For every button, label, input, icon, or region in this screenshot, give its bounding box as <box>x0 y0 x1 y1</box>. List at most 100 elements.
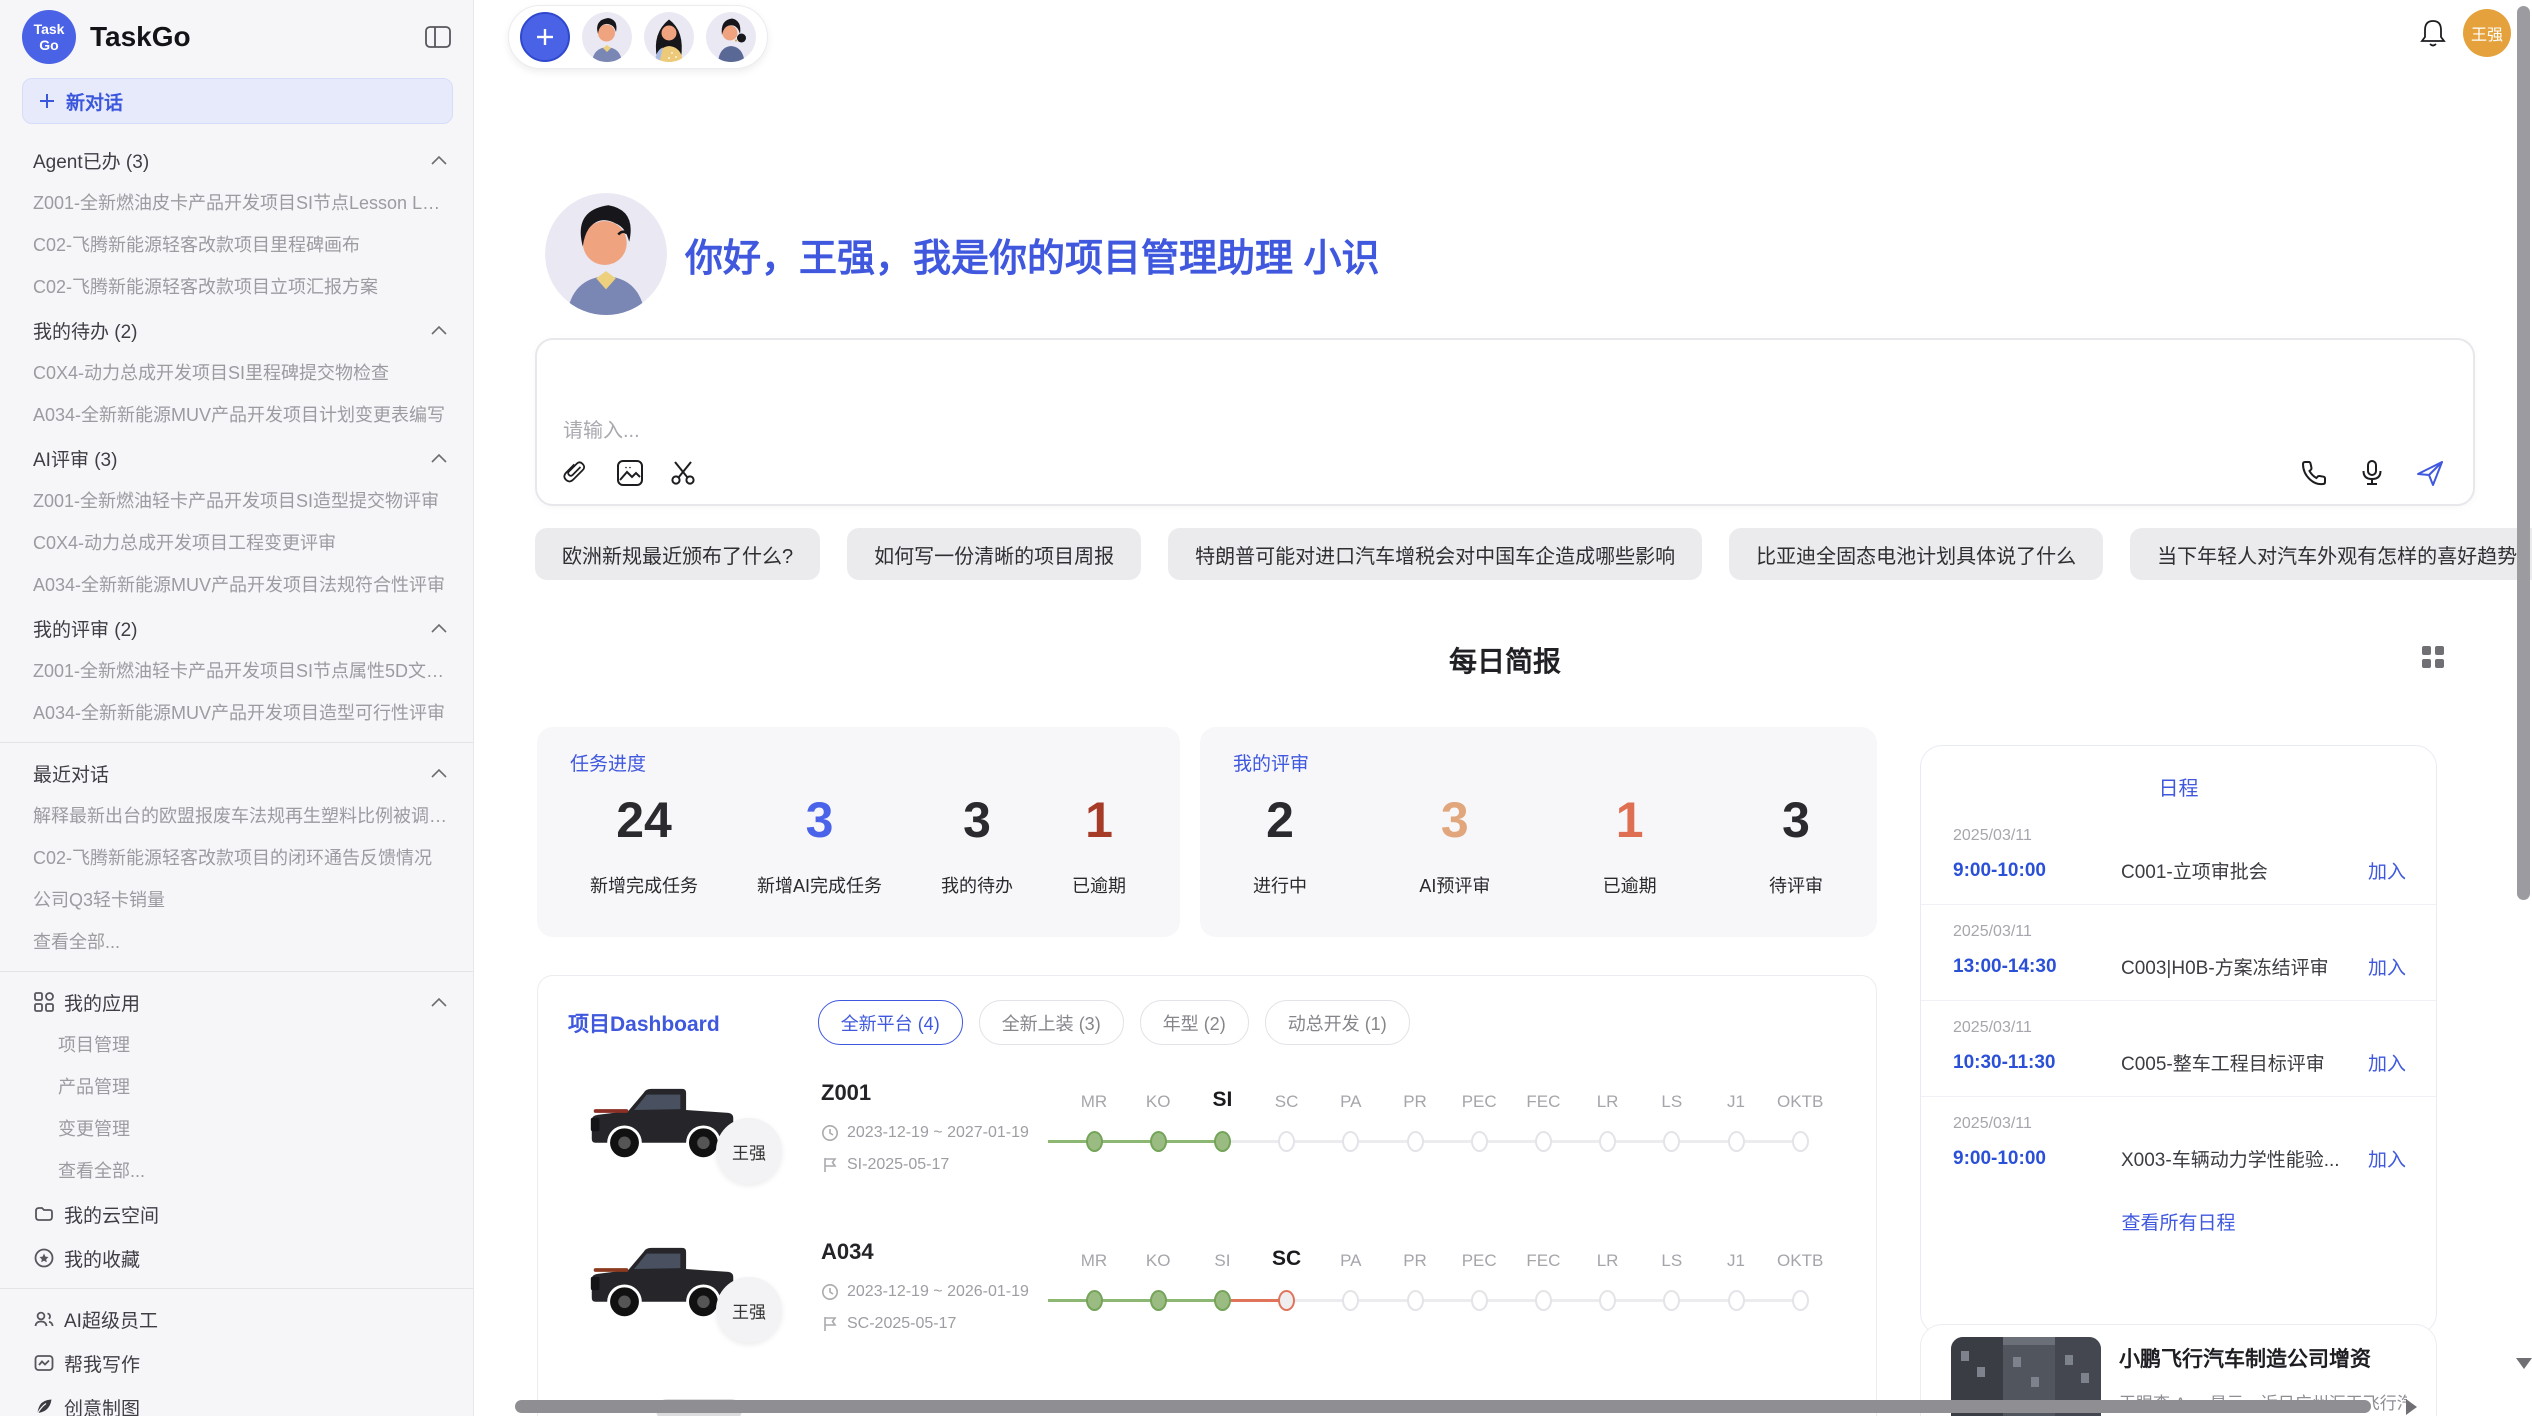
sidebar-item-ai-staff[interactable]: AI超级员工 <box>0 1297 473 1341</box>
sidebar-item[interactable]: C0X4-动力总成开发项目工程变更评审 <box>0 522 473 564</box>
new-chat-button[interactable]: 新对话 <box>22 78 453 124</box>
schedule-event-join-link[interactable]: 加入 <box>2368 953 2406 980</box>
schedule-event: 2025/03/11 13:00-14:30 C003|H0B-方案冻结评审 加… <box>1921 905 2436 1001</box>
microphone-icon[interactable] <box>2357 458 2387 488</box>
milestone-connector <box>1543 1299 1607 1302</box>
sidebar-item[interactable]: Z001-全新燃油轻卡产品开发项目SI造型提交物评审 <box>0 480 473 522</box>
assistant-avatar-icon[interactable] <box>706 12 756 62</box>
project-row[interactable]: 王强 A034 2023-12-19 ~ 2026-01-19 SC-2025-… <box>538 1219 1876 1364</box>
milestone-label-j1: J1 <box>1703 1092 1769 1112</box>
sidebar-group-header[interactable]: Agent已办 (3) <box>0 138 473 182</box>
sidebar-item[interactable]: 公司Q3轻卡销量 <box>0 879 473 921</box>
chat-composer[interactable]: 请输入... <box>535 338 2475 506</box>
new-session-button[interactable] <box>520 12 570 62</box>
dashboard-filter-chip[interactable]: 年型 (2) <box>1140 1000 1249 1045</box>
layout-grid-icon[interactable] <box>2420 644 2446 670</box>
sidebar-group-header[interactable]: 最近对话 <box>0 751 473 795</box>
assistant-avatar-icon[interactable] <box>582 12 632 62</box>
milestone-connector <box>1608 1140 1672 1143</box>
suggestion-chip[interactable]: 比亚迪全固态电池计划具体说了什么 <box>1729 528 2103 580</box>
user-avatar[interactable]: 王强 <box>2463 9 2511 57</box>
dashboard-filter-chip[interactable]: 全新平台 (4) <box>818 1000 963 1045</box>
horizontal-scrollbar[interactable] <box>515 1400 2371 1413</box>
sidebar-item[interactable]: C02-飞腾新能源轻客改款项目的闭环通告反馈情况 <box>0 837 473 879</box>
milestone-label-fec: FEC <box>1510 1251 1576 1271</box>
sidebar-item[interactable]: C02-飞腾新能源轻客改款项目立项汇报方案 <box>0 266 473 308</box>
milestone-label-pec: PEC <box>1446 1092 1512 1112</box>
sidebar: Task Go TaskGo 新对话 Agent已办 (3) Z001-全新燃 <box>0 0 474 1416</box>
sidebar-item-help-write[interactable]: 帮我写作 <box>0 1341 473 1385</box>
stat-label: 新增完成任务 <box>590 872 698 898</box>
view-all-schedule-link[interactable]: 查看所有日程 <box>1921 1208 2436 1235</box>
plus-icon <box>534 26 556 48</box>
favorites-label: 我的收藏 <box>64 1245 140 1272</box>
image-icon[interactable] <box>615 458 645 488</box>
schedule-event-join-link[interactable]: 加入 <box>2368 1049 2406 1076</box>
task-progress-card: 任务进度 24 新增完成任务 3 新增AI完成任务 3 我的待办 1 已逾期 <box>537 727 1180 937</box>
project-row[interactable]: 王强 Z001 2023-12-19 ~ 2027-01-19 SI-2025-… <box>538 1060 1876 1205</box>
milestone-dot-fec <box>1535 1131 1552 1152</box>
phone-call-icon[interactable] <box>2299 458 2329 488</box>
sidebar-collapse-button[interactable] <box>423 22 453 52</box>
sidebar-group-header[interactable]: AI评审 (3) <box>0 436 473 480</box>
sidebar-item[interactable]: 查看全部... <box>0 921 473 963</box>
chevron-up-icon <box>431 325 447 335</box>
my-apps-subitem[interactable]: 查看全部... <box>0 1150 473 1192</box>
suggestion-chip[interactable]: 欧洲新规最近颁布了什么? <box>535 528 820 580</box>
sidebar-item[interactable]: A034-全新新能源MUV产品开发项目计划变更表编写 <box>0 394 473 436</box>
stat-label: 新增AI完成任务 <box>757 872 882 898</box>
schedule-event-join-link[interactable]: 加入 <box>2368 857 2406 884</box>
send-icon[interactable] <box>2415 458 2445 488</box>
sidebar-item-my-apps[interactable]: 我的应用 <box>0 980 473 1024</box>
schedule-event-title: C001-立项审批会 <box>2121 857 2368 884</box>
my-apps-label: 我的应用 <box>64 989 140 1016</box>
suggestion-chip[interactable]: 特朗普可能对进口汽车增税会对中国车企造成哪些影响 <box>1168 528 1702 580</box>
sidebar-item[interactable]: 解释最新出台的欧盟报废车法规再生塑料比例被调至15%... <box>0 795 473 837</box>
stat-value: 1 <box>1603 792 1657 848</box>
sidebar-item[interactable]: Z001-全新燃油轻卡产品开发项目SI节点属性5D文件评审 <box>0 650 473 692</box>
sidebar-item[interactable]: C02-飞腾新能源轻客改款项目里程碑画布 <box>0 224 473 266</box>
milestone-label-si: SI <box>1189 1251 1255 1271</box>
divider <box>0 742 473 743</box>
schedule-event: 2025/03/11 9:00-10:00 X003-车辆动力学性能验... 加… <box>1921 1097 2436 1192</box>
my-apps-subitem[interactable]: 项目管理 <box>0 1024 473 1066</box>
stat-label: AI预评审 <box>1419 872 1490 898</box>
milestone-dot-si <box>1214 1131 1231 1152</box>
sidebar-group-header[interactable]: 我的待办 (2) <box>0 308 473 352</box>
stat: 24 新增完成任务 <box>590 792 698 898</box>
dashboard-filter-chip[interactable]: 动总开发 (1) <box>1265 1000 1410 1045</box>
sidebar-item-cloud-space[interactable]: 我的云空间 <box>0 1192 473 1236</box>
sidebar-item-favorites[interactable]: 我的收藏 <box>0 1236 473 1280</box>
milestone-label-sc: SC <box>1254 1247 1320 1271</box>
suggestion-chip[interactable]: 当下年轻人对汽车外观有怎样的喜好趋势 <box>2130 528 2532 580</box>
scroll-down-arrow-icon[interactable] <box>2516 1358 2532 1369</box>
stat-label: 进行中 <box>1253 872 1307 898</box>
assistant-avatar-icon[interactable] <box>644 12 694 62</box>
composer-right-tools <box>2299 458 2445 488</box>
milestone-dot-pa <box>1342 1290 1359 1311</box>
suggestion-chip[interactable]: 如何写一份清晰的项目周报 <box>847 528 1141 580</box>
schedule-event-join-link[interactable]: 加入 <box>2368 1145 2406 1172</box>
stat-label: 待评审 <box>1769 872 1823 898</box>
attachment-icon[interactable] <box>561 458 591 488</box>
sidebar-item[interactable]: Z001-全新燃油皮卡产品开发项目SI节点Lesson Learn报告 <box>0 182 473 224</box>
milestone-dot-mr <box>1086 1131 1103 1152</box>
schedule-event: 2025/03/11 9:00-10:00 C001-立项审批会 加入 <box>1921 809 2436 905</box>
notification-bell-icon[interactable] <box>2418 18 2448 50</box>
scroll-right-arrow-icon[interactable] <box>2406 1399 2417 1415</box>
sidebar-item-creative-draw[interactable]: 创意制图 <box>0 1385 473 1416</box>
sidebar-item[interactable]: A034-全新新能源MUV产品开发项目造型可行性评审 <box>0 692 473 734</box>
sidebar-item[interactable]: C0X4-动力总成开发项目SI里程碑提交物检查 <box>0 352 473 394</box>
milestone-connector <box>1415 1299 1479 1302</box>
sidebar-item[interactable]: A034-全新新能源MUV产品开发项目法规符合性评审 <box>0 564 473 606</box>
milestone-connector <box>1351 1140 1415 1143</box>
milestone-dot-sc <box>1278 1131 1295 1152</box>
stat-label: 已逾期 <box>1072 872 1126 898</box>
vertical-scrollbar[interactable] <box>2517 6 2530 900</box>
my-apps-subitem[interactable]: 产品管理 <box>0 1066 473 1108</box>
scissors-icon[interactable] <box>669 458 699 488</box>
schedule-event-date: 2025/03/11 <box>1953 1019 2406 1037</box>
dashboard-filter-chip[interactable]: 全新上装 (3) <box>979 1000 1124 1045</box>
sidebar-group-header[interactable]: 我的评审 (2) <box>0 606 473 650</box>
my-apps-subitem[interactable]: 变更管理 <box>0 1108 473 1150</box>
